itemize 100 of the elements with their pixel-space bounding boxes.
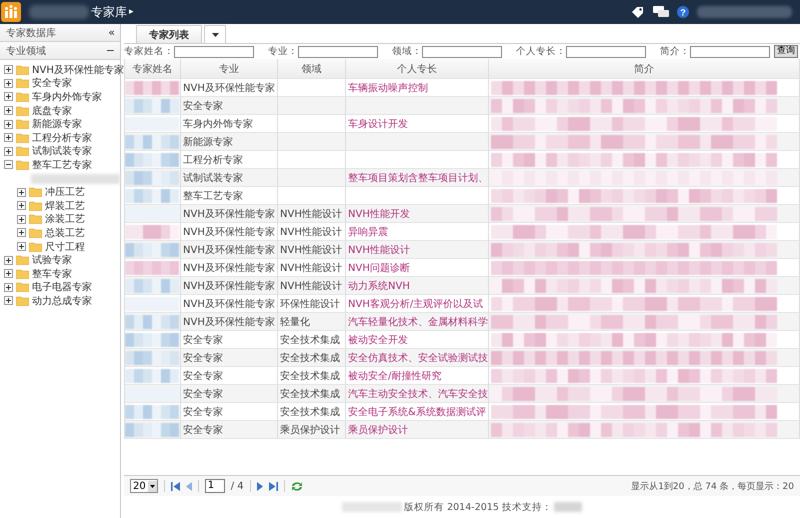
expand-icon[interactable] [17,228,26,238]
expand-icon[interactable] [17,201,26,210]
chat-icon[interactable] [653,6,669,18]
search-label: 领域： [391,45,422,58]
expand-icon[interactable] [4,269,13,278]
breadcrumb-arrow: ▸ [129,7,134,17]
expand-icon[interactable] [17,242,26,252]
caret-icon [212,32,218,36]
folder-icon [16,64,29,75]
tree-item[interactable]: 整车专家 [32,266,72,281]
folder-icon [16,106,29,116]
table-cell: 乘员保护设计 [346,421,489,439]
pager-status: 显示从1到20，总 74 条，每页显示：20 [631,480,794,492]
folder-icon [16,160,29,170]
expand-icon[interactable] [4,92,13,102]
search-field[interactable] [566,46,646,58]
expand-icon[interactable] [4,146,13,156]
folder-icon [29,242,42,252]
expand-icon[interactable] [4,65,13,74]
folder-icon [29,228,42,238]
tag-icon[interactable] [631,6,645,18]
expand-icon[interactable] [4,256,13,265]
table-cell: 乘员保护设计 [278,421,346,439]
search-label: 个人专长： [515,45,566,58]
collapse-icon[interactable] [4,160,13,170]
search-field[interactable] [298,46,378,58]
table-cell: 安全专家 [181,421,278,439]
folder-icon [16,78,29,88]
redacted-name [125,224,179,238]
section-title: 专业领域 [6,44,46,58]
redacted-name [125,80,179,94]
next-page-icon[interactable] [256,482,263,490]
expand-icon[interactable] [4,106,13,116]
folder-icon [16,119,29,130]
search-button[interactable]: 查询 [774,45,798,58]
folder-icon [29,214,42,224]
folder-icon [16,296,29,306]
search-label: 简介： [659,45,690,58]
tree-item[interactable]: 焊装工艺 [45,198,85,213]
folder-icon [16,268,29,279]
redacted-name [125,368,179,382]
tree-item[interactable]: NVH及环保性能专家 [32,62,124,77]
redacted-name [125,404,179,418]
tree-item[interactable]: 涂装工艺 [45,212,85,226]
refresh-icon[interactable] [290,480,303,492]
tree-item[interactable]: 新能源专家 [32,117,82,132]
tree-item[interactable]: 底盘专家 [32,104,72,118]
tree-item[interactable]: 试制试装专家 [32,144,92,158]
redacted-name [125,116,179,130]
folder-icon [16,282,29,292]
sidebar-title: 专家数据库 [6,26,56,40]
folder-icon [16,132,29,143]
search-label: 专业： [267,45,298,58]
redacted-title [29,5,89,19]
expand-icon[interactable] [4,133,13,142]
last-page-icon[interactable] [268,482,278,490]
first-page-icon[interactable] [170,482,180,490]
logo-icon [1,2,21,22]
redacted-text [554,502,582,512]
page-number-field[interactable]: 1 [204,479,225,493]
tree-item[interactable]: 总装工艺 [45,226,85,240]
expand-icon[interactable] [4,296,13,306]
tree-item[interactable]: 整车工艺专家 [32,158,92,172]
folder-icon [16,255,29,266]
caret-icon [148,480,157,492]
search-label: 专家姓名： [124,45,174,58]
page-size-select[interactable]: 20 [130,479,158,493]
search-field[interactable] [174,46,254,58]
redacted-name [125,260,179,274]
expand-icon[interactable] [17,214,26,224]
folder-icon [16,92,29,102]
expand-icon[interactable] [4,120,13,129]
app-title: 专家库 [91,4,127,20]
tree-item[interactable]: 动力总成专家 [32,294,92,308]
footer-text: 版权所有 2014-2015 技术支持： [404,500,552,514]
expand-icon[interactable] [4,282,13,292]
tree-item[interactable]: 试验专家 [32,253,72,268]
expand-icon[interactable] [17,188,26,197]
redacted-name [125,188,179,202]
tree-item[interactable]: 工程分析专家 [32,130,92,145]
redacted-text [342,502,402,512]
redacted-name [125,152,179,166]
tab[interactable]: 专家列表 [136,25,202,43]
search-field[interactable] [690,46,770,58]
section-toggle[interactable]: − [106,44,115,57]
page-count: / 4 [230,480,244,492]
help-icon[interactable]: ? [677,6,689,18]
tree-item[interactable]: 安全专家 [32,76,72,90]
folder-icon [29,187,42,198]
tree-item[interactable]: 冲压工艺 [45,185,85,200]
tab-dropdown[interactable] [204,25,226,43]
collapse-button[interactable]: « [108,26,115,39]
tree-item[interactable]: 电子电器专家 [32,280,92,294]
tree-item[interactable]: 车身内外饰专家 [32,90,102,104]
tree-item[interactable]: 尺寸工程 [45,240,85,254]
folder-icon [16,146,29,156]
expand-icon[interactable] [4,78,13,88]
search-field[interactable] [422,46,502,58]
redacted-name [125,296,179,310]
redacted-name [125,332,179,346]
